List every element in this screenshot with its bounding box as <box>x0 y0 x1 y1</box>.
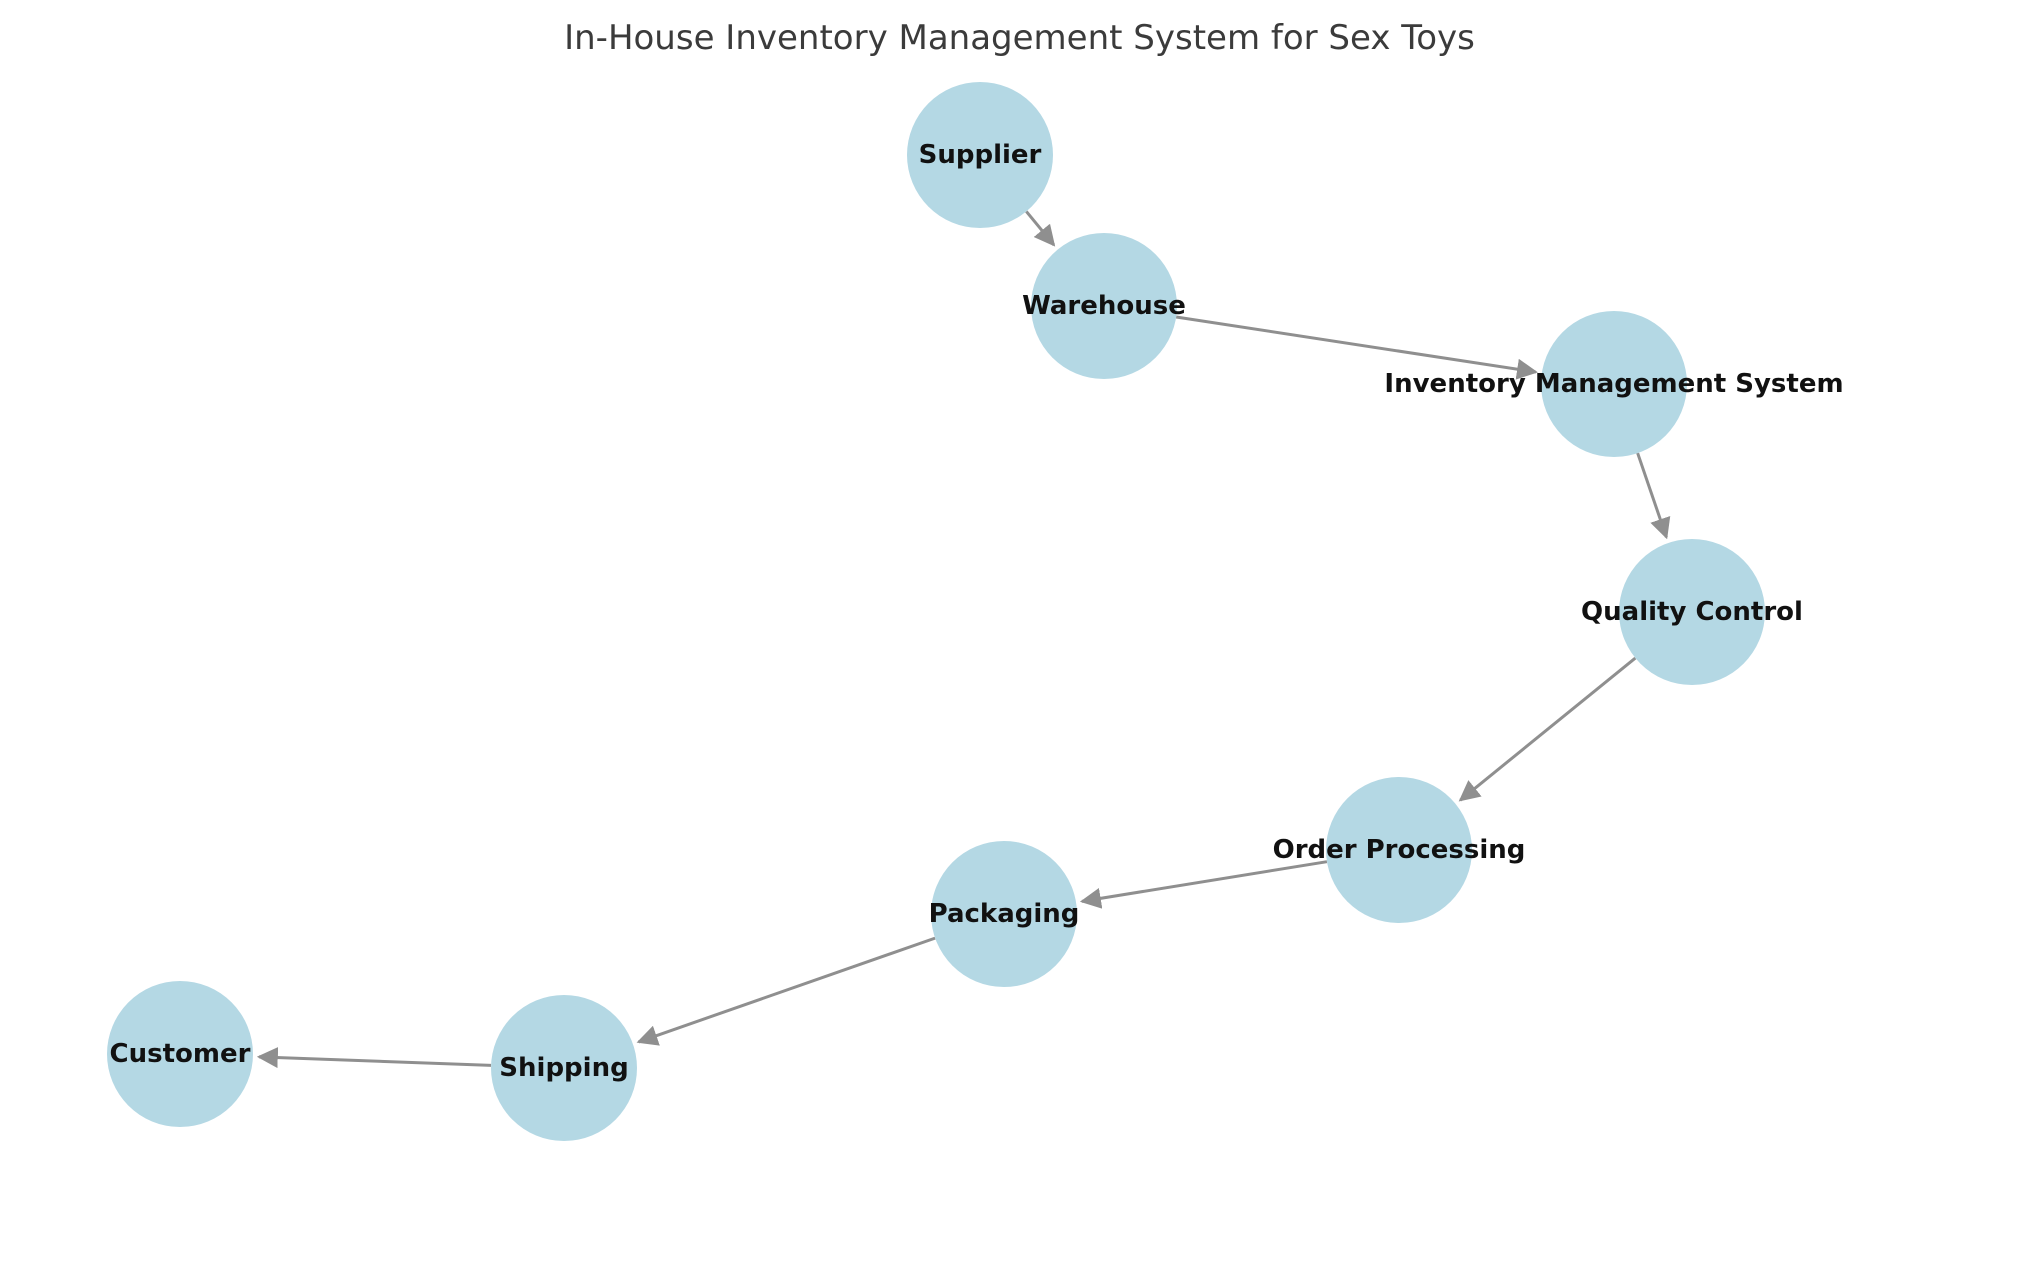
edge-supplier-to-warehouse <box>1026 211 1054 245</box>
edge-warehouse-to-ims <box>1176 317 1536 372</box>
edge-shipping-to-customer <box>259 1057 491 1065</box>
edge-order-to-packaging <box>1082 862 1327 902</box>
diagram-canvas: In-House Inventory Management System for… <box>0 0 2039 1286</box>
diagram-title: In-House Inventory Management System for… <box>0 18 2039 58</box>
label-shipping: Shipping <box>499 1053 628 1083</box>
label-ims: Inventory Management System <box>1384 369 1843 399</box>
label-customer: Customer <box>110 1039 251 1069</box>
label-order: Order Processing <box>1273 835 1526 865</box>
label-supplier: Supplier <box>919 140 1042 170</box>
edge-packaging-to-shipping <box>639 938 936 1042</box>
edge-ims-to-qc <box>1638 453 1667 537</box>
label-warehouse: Warehouse <box>1022 291 1186 321</box>
label-packaging: Packaging <box>929 899 1080 929</box>
label-qc: Quality Control <box>1581 597 1803 627</box>
edge-qc-to-order <box>1460 658 1635 800</box>
